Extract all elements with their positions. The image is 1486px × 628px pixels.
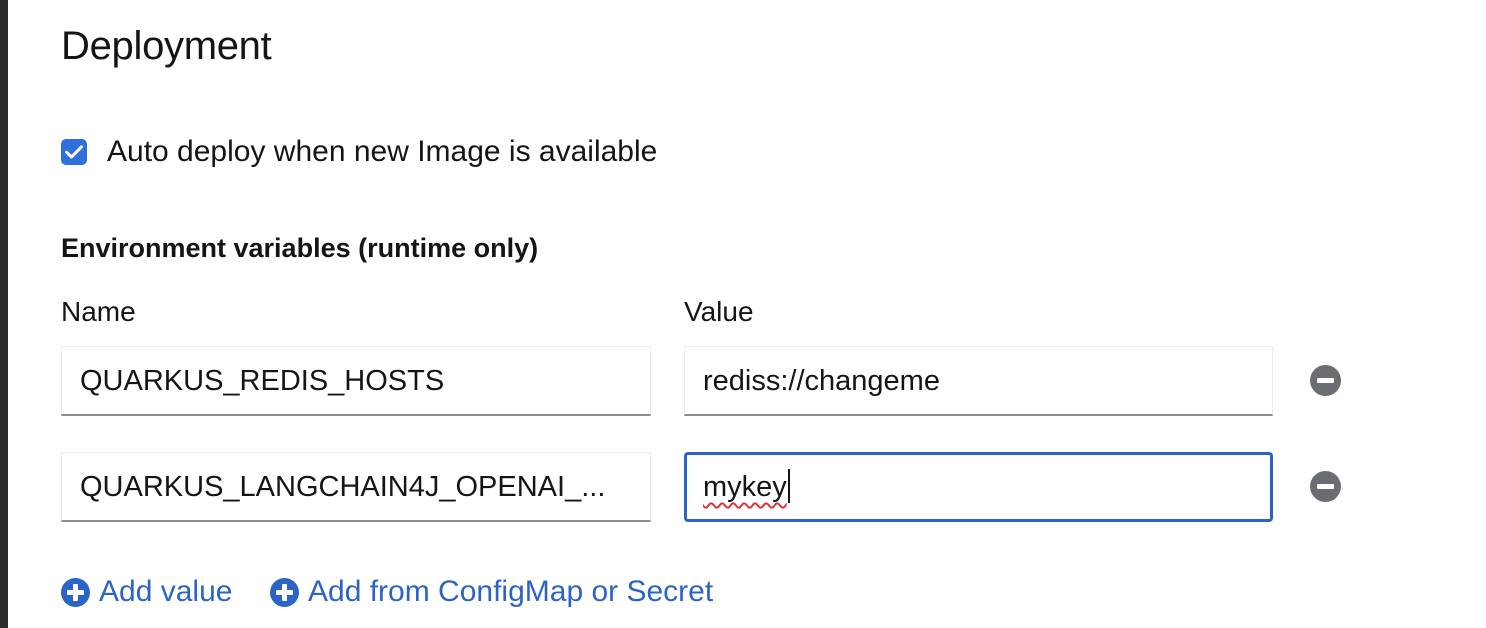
auto-deploy-row: Auto deploy when new Image is available <box>61 130 657 174</box>
value-column-header: Value <box>684 296 754 327</box>
env-value-input[interactable]: rediss://changeme <box>684 346 1273 416</box>
deployment-form: Deployment Auto deploy when new Image is… <box>0 0 1486 628</box>
env-value-input-focused[interactable]: mykey <box>684 452 1273 522</box>
window-left-edge <box>0 0 8 628</box>
text-caret <box>787 469 790 504</box>
env-name-input[interactable]: QUARKUS_REDIS_HOSTS <box>61 346 651 416</box>
plus-circle-icon <box>270 577 299 607</box>
name-column-header: Name <box>61 296 136 327</box>
add-value-link[interactable]: Add value <box>61 570 232 614</box>
section-title: Deployment <box>61 24 272 68</box>
add-from-configmap-label: Add from ConfigMap or Secret <box>308 575 714 608</box>
add-from-configmap-link[interactable]: Add from ConfigMap or Secret <box>270 570 713 614</box>
auto-deploy-checkbox[interactable] <box>61 139 87 165</box>
auto-deploy-label[interactable]: Auto deploy when new Image is available <box>107 130 657 174</box>
check-icon <box>65 145 83 159</box>
typed-value: mykey <box>703 471 787 503</box>
env-vars-title: Environment variables (runtime only) <box>61 233 539 263</box>
plus-circle-icon <box>61 577 90 607</box>
remove-minus-icon[interactable] <box>1310 365 1341 396</box>
env-name-input[interactable]: QUARKUS_LANGCHAIN4J_OPENAI_... <box>61 452 651 522</box>
remove-minus-icon[interactable] <box>1310 471 1341 502</box>
add-value-label: Add value <box>99 575 233 608</box>
